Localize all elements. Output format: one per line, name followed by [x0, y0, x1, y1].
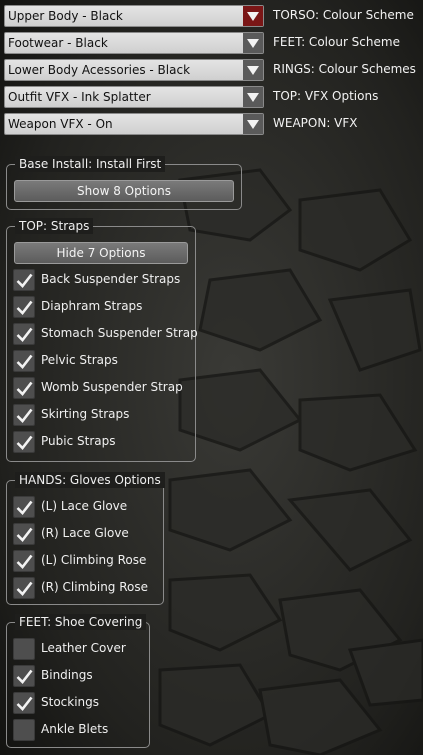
checkbox-label: Stomach Suspender Strap [41, 326, 198, 340]
checkbox-label: Bindings [41, 668, 93, 682]
checkbox-label: (R) Climbing Rose [41, 580, 149, 594]
checkbox-row: Womb Suspender Strap [13, 377, 313, 399]
checkbox-label: Leather Cover [41, 641, 126, 655]
checkmark-icon [16, 327, 33, 342]
chevron-down-icon[interactable] [243, 6, 263, 26]
dropdown-label: RINGS: Colour Schemes [273, 62, 416, 76]
checkmark-icon [16, 500, 33, 515]
dropdown-label: FEET: Colour Scheme [273, 35, 400, 49]
group-title: Base Install: Install First [15, 156, 166, 172]
checkbox-row: (R) Lace Glove [13, 523, 313, 545]
checkmark-icon [16, 354, 33, 369]
dropdown-label: TOP: VFX Options [273, 89, 379, 103]
checkbox[interactable] [13, 350, 35, 372]
checkmark-icon [16, 435, 33, 450]
checkmark-icon [16, 273, 33, 288]
checkbox[interactable] [13, 431, 35, 453]
dropdown-row-weapon-vfx: Weapon VFX - On WEAPON: VFX [4, 113, 419, 135]
mod-options-panel: Upper Body - Black TORSO: Colour Scheme … [0, 0, 423, 755]
chevron-down-icon[interactable] [243, 33, 263, 53]
checkbox[interactable] [13, 404, 35, 426]
checkbox-label: Womb Suspender Strap [41, 380, 183, 394]
checkbox-label: Pubic Straps [41, 434, 116, 448]
checkbox-row: Ankle Blets [13, 719, 313, 741]
checkbox-label: Diaphram Straps [41, 299, 143, 313]
checkbox-row: Bindings [13, 665, 313, 687]
checkbox[interactable] [13, 269, 35, 291]
checkmark-icon [16, 527, 33, 542]
checkbox-label: (L) Lace Glove [41, 499, 128, 513]
dropdown-row-feet: Footwear - Black FEET: Colour Scheme [4, 32, 419, 54]
checkmark-icon [16, 696, 33, 711]
checkbox-label: Skirting Straps [41, 407, 130, 421]
checkbox-label: Pelvic Straps [41, 353, 118, 367]
checkbox-row: (L) Lace Glove [13, 496, 313, 518]
checkmark-icon [16, 669, 33, 684]
checkbox[interactable] [13, 638, 35, 660]
checkbox[interactable] [13, 665, 35, 687]
dropdown-row-rings: Lower Body Acessories - Black RINGS: Col… [4, 59, 419, 81]
group-title: HANDS: Gloves Options [15, 472, 165, 488]
checkmark-icon [16, 300, 33, 315]
checkbox[interactable] [13, 296, 35, 318]
checkbox-row: Stockings [13, 692, 313, 714]
checkbox-label: Ankle Blets [41, 722, 109, 736]
checkmark-icon [16, 554, 33, 569]
top-vfx-dropdown[interactable]: Outfit VFX - Ink Splatter [4, 86, 264, 108]
checkbox[interactable] [13, 496, 35, 518]
checkmark-icon [16, 581, 33, 596]
dropdown-row-top-vfx: Outfit VFX - Ink Splatter TOP: VFX Optio… [4, 86, 419, 108]
chevron-down-icon[interactable] [243, 87, 263, 107]
checkbox-row: (L) Climbing Rose [13, 550, 313, 572]
chevron-down-icon[interactable] [243, 60, 263, 80]
chevron-down-icon[interactable] [243, 114, 263, 134]
checkbox[interactable] [13, 719, 35, 741]
feet-colour-dropdown[interactable]: Footwear - Black [4, 32, 264, 54]
torso-colour-dropdown[interactable]: Upper Body - Black [4, 5, 264, 27]
checkbox[interactable] [13, 550, 35, 572]
checkbox[interactable] [13, 323, 35, 345]
group-base-install: Base Install: Install First Show 8 Optio… [6, 156, 242, 210]
checkbox-row: Stomach Suspender Strap [13, 323, 313, 345]
checkbox[interactable] [13, 377, 35, 399]
checkbox-row: (R) Climbing Rose [13, 577, 313, 599]
checkmark-icon [16, 408, 33, 423]
dropdown-value: Footwear - Black [8, 36, 108, 50]
checkbox-row: Leather Cover [13, 638, 313, 660]
checkbox[interactable] [13, 577, 35, 599]
group-title: TOP: Straps [15, 218, 94, 234]
checkbox-row: Pelvic Straps [13, 350, 313, 372]
checkbox-row: Skirting Straps [13, 404, 313, 426]
dropdown-label: WEAPON: VFX [273, 116, 358, 130]
hide-options-button[interactable]: Hide 7 Options [14, 242, 188, 264]
dropdown-value: Outfit VFX - Ink Splatter [8, 90, 151, 104]
dropdown-label: TORSO: Colour Scheme [273, 8, 414, 22]
weapon-vfx-dropdown[interactable]: Weapon VFX - On [4, 113, 264, 135]
dropdown-value: Lower Body Acessories - Black [8, 63, 191, 77]
checkmark-icon [16, 381, 33, 396]
checkbox-label: Stockings [41, 695, 100, 709]
checkbox-label: (R) Lace Glove [41, 526, 129, 540]
checkbox-row: Pubic Straps [13, 431, 313, 453]
checkbox[interactable] [13, 692, 35, 714]
dropdown-row-torso: Upper Body - Black TORSO: Colour Scheme [4, 5, 419, 27]
checkbox-row: Diaphram Straps [13, 296, 313, 318]
checkbox-row: Back Suspender Straps [13, 269, 313, 291]
group-title: FEET: Shoe Covering [15, 614, 147, 630]
checkbox-label: Back Suspender Straps [41, 272, 181, 286]
show-options-button[interactable]: Show 8 Options [14, 180, 234, 202]
checkbox-label: (L) Climbing Rose [41, 553, 147, 567]
dropdown-value: Weapon VFX - On [8, 117, 113, 131]
rings-colour-dropdown[interactable]: Lower Body Acessories - Black [4, 59, 264, 81]
dropdown-value: Upper Body - Black [8, 9, 123, 23]
checkbox[interactable] [13, 523, 35, 545]
